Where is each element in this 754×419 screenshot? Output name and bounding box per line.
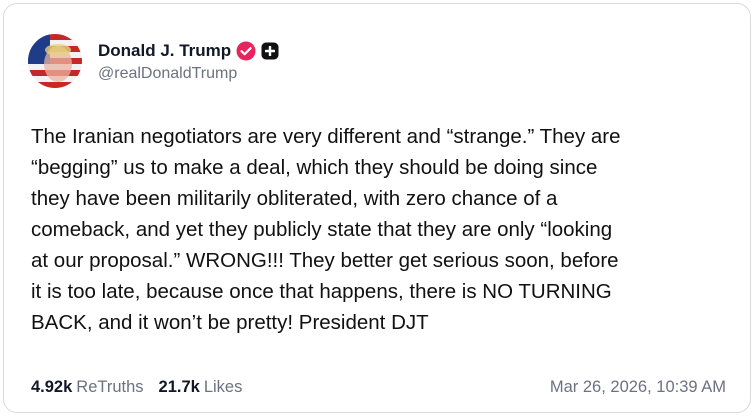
likes-stat[interactable]: 21.7k Likes <box>159 378 243 397</box>
retruths-stat[interactable]: 4.92k ReTruths <box>31 378 144 397</box>
display-name[interactable]: Donald J. Trump <box>98 41 231 61</box>
retruths-count: 4.92k <box>31 378 73 396</box>
avatar-image <box>28 34 82 88</box>
author-names: Donald J. Trump @realDonaldTrump <box>98 40 279 83</box>
post-footer: 4.92k ReTruths 21.7k Likes Mar 26, 2026,… <box>31 378 726 397</box>
likes-count: 21.7k <box>158 378 200 396</box>
likes-label: Likes <box>203 378 243 396</box>
post-timestamp[interactable]: Mar 26, 2026, 10:39 AM <box>550 378 726 397</box>
avatar[interactable] <box>28 34 82 88</box>
user-handle[interactable]: @realDonaldTrump <box>98 65 279 83</box>
post-text: The Iranian negotiators are very differe… <box>31 125 621 334</box>
post-header: Donald J. Trump @realDonaldTrump <box>28 34 279 88</box>
post-card: Donald J. Trump @realDonaldTrump The Ira… <box>3 3 751 413</box>
plus-badge-icon <box>261 42 279 60</box>
verified-badge-icon <box>236 41 256 61</box>
retruths-label: ReTruths <box>76 378 144 396</box>
